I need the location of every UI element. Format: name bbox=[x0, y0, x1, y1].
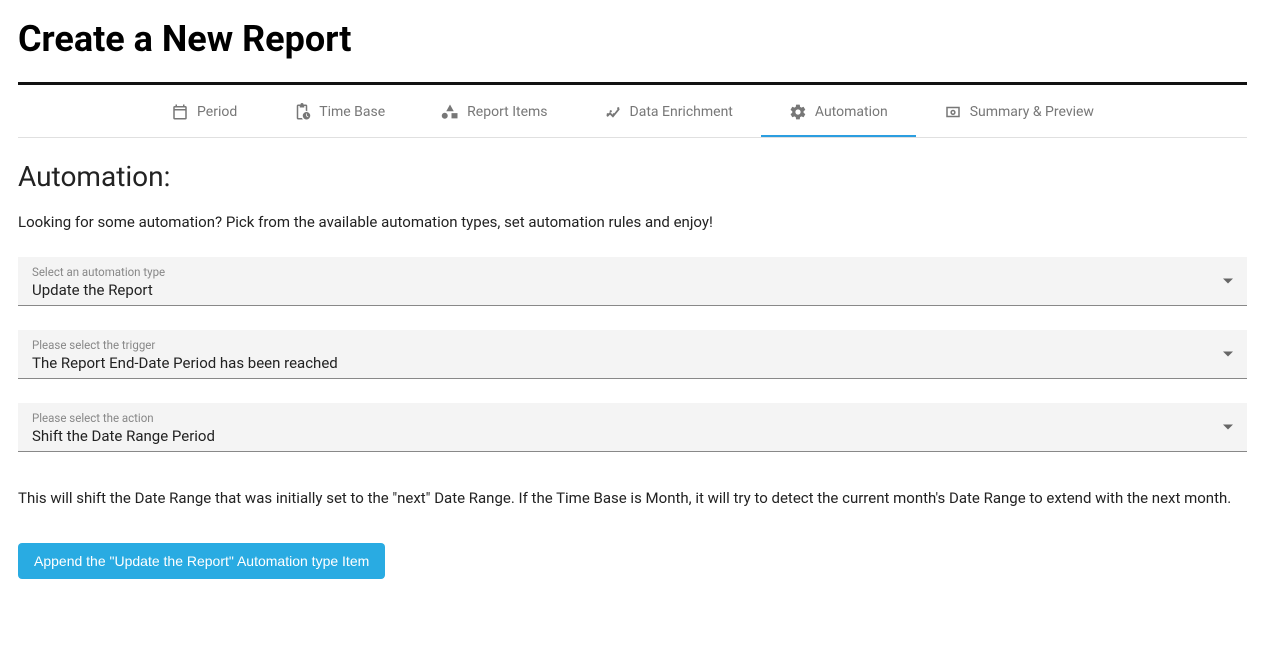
section-intro: Looking for some automation? Pick from t… bbox=[18, 213, 1247, 231]
chevron-down-icon bbox=[1223, 279, 1233, 284]
tab-label: Automation bbox=[815, 104, 888, 120]
tab-data-enrichment[interactable]: Data Enrichment bbox=[576, 89, 761, 137]
gear-icon bbox=[789, 103, 807, 121]
tab-automation[interactable]: Automation bbox=[761, 89, 916, 137]
calendar-icon bbox=[171, 103, 189, 121]
tab-label: Data Enrichment bbox=[630, 104, 733, 120]
clipboard-clock-icon bbox=[293, 103, 311, 121]
tab-label: Time Base bbox=[319, 104, 385, 120]
tab-report-items[interactable]: Report Items bbox=[413, 89, 575, 137]
select-label: Please select the trigger bbox=[32, 338, 1233, 352]
chevron-down-icon bbox=[1223, 352, 1233, 357]
tab-period[interactable]: Period bbox=[143, 89, 265, 137]
page-title: Create a New Report bbox=[18, 18, 1247, 60]
tab-time-base[interactable]: Time Base bbox=[265, 89, 413, 137]
shapes-icon bbox=[441, 103, 459, 121]
tab-summary-preview[interactable]: Summary & Preview bbox=[916, 89, 1122, 137]
action-description: This will shift the Date Range that was … bbox=[18, 484, 1247, 513]
select-value: The Report End-Date Period has been reac… bbox=[32, 354, 1233, 372]
append-automation-button[interactable]: Append the "Update the Report" Automatio… bbox=[18, 543, 385, 579]
title-rule bbox=[18, 82, 1247, 85]
chart-line-icon bbox=[604, 103, 622, 121]
select-value: Shift the Date Range Period bbox=[32, 427, 1233, 445]
select-label: Please select the action bbox=[32, 411, 1233, 425]
preview-icon bbox=[944, 103, 962, 121]
chevron-down-icon bbox=[1223, 425, 1233, 430]
action-select[interactable]: Please select the action Shift the Date … bbox=[18, 403, 1247, 452]
tab-label: Period bbox=[197, 104, 237, 120]
trigger-select[interactable]: Please select the trigger The Report End… bbox=[18, 330, 1247, 379]
tab-label: Summary & Preview bbox=[970, 104, 1094, 120]
wizard-tabs: Period Time Base Report Items Data Enric… bbox=[18, 89, 1247, 138]
tab-label: Report Items bbox=[467, 104, 547, 120]
select-label: Select an automation type bbox=[32, 265, 1233, 279]
select-value: Update the Report bbox=[32, 281, 1233, 299]
automation-type-select[interactable]: Select an automation type Update the Rep… bbox=[18, 257, 1247, 306]
section-title: Automation: bbox=[18, 160, 1247, 193]
